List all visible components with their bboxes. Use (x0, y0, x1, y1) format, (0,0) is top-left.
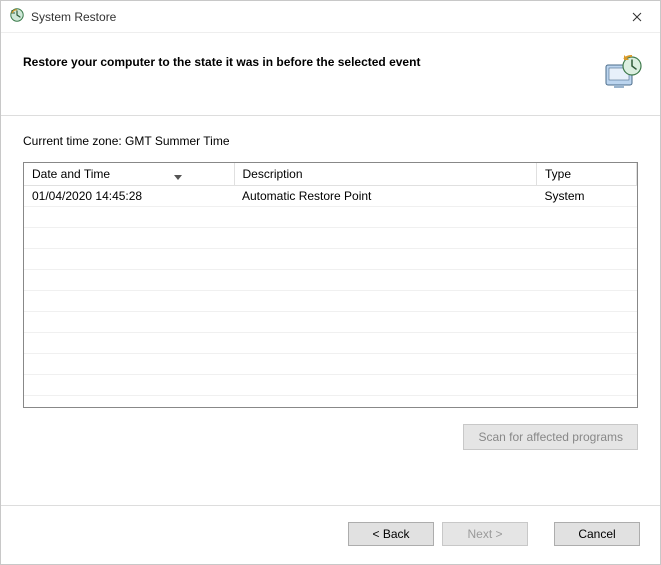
table-row-empty (24, 333, 637, 354)
table-row-empty (24, 375, 637, 396)
window-title: System Restore (31, 10, 116, 24)
column-header-type[interactable]: Type (537, 163, 637, 186)
table-row-empty (24, 270, 637, 291)
table-row-empty (24, 207, 637, 228)
footer: < Back Next > Cancel (1, 505, 660, 564)
restore-icon (602, 51, 644, 93)
cell-date: 01/04/2020 14:45:28 (24, 186, 234, 207)
column-header-description[interactable]: Description (234, 163, 537, 186)
page-heading: Restore your computer to the state it wa… (23, 55, 590, 69)
table-row-empty (24, 354, 637, 375)
close-button[interactable] (614, 1, 660, 33)
table-row-empty (24, 312, 637, 333)
scan-affected-programs-button: Scan for affected programs (463, 424, 638, 450)
cell-description: Automatic Restore Point (234, 186, 537, 207)
restore-points-table[interactable]: Date and Time Description Type 01/04/202… (23, 162, 638, 408)
close-icon (632, 12, 642, 22)
table-row-empty (24, 249, 637, 270)
timezone-label: Current time zone: GMT Summer Time (23, 134, 638, 148)
table-row-empty (24, 291, 637, 312)
titlebar: System Restore (1, 1, 660, 33)
back-button[interactable]: < Back (348, 522, 434, 546)
content-area: Current time zone: GMT Summer Time Date … (1, 115, 660, 505)
table-row[interactable]: 01/04/2020 14:45:28 Automatic Restore Po… (24, 186, 637, 207)
app-icon (9, 7, 25, 26)
cell-type: System (537, 186, 637, 207)
column-header-date[interactable]: Date and Time (24, 163, 234, 186)
table-row-empty (24, 228, 637, 249)
cancel-button[interactable]: Cancel (554, 522, 640, 546)
sort-indicator-icon (174, 169, 182, 183)
header-area: Restore your computer to the state it wa… (1, 33, 660, 115)
next-button: Next > (442, 522, 528, 546)
